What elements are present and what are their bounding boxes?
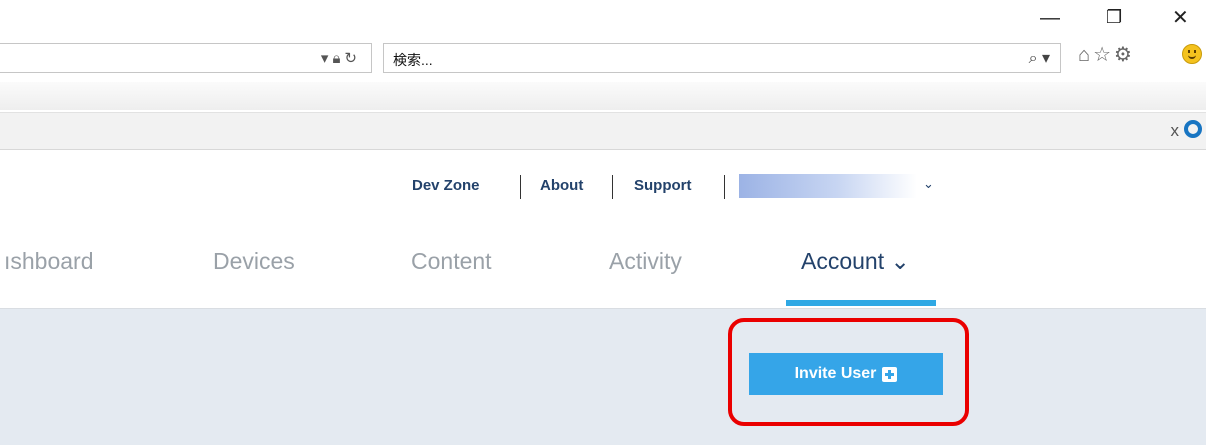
close-window-button[interactable]: ✕: [1172, 8, 1189, 28]
divider: [520, 175, 521, 199]
address-bar[interactable]: ▾🔒︎↻: [0, 43, 372, 73]
content-area: [0, 309, 1206, 445]
browser-tab-strip: [0, 82, 1206, 110]
minimize-button[interactable]: —: [1040, 8, 1060, 28]
divider: [724, 175, 725, 199]
nav-activity[interactable]: Activity: [609, 248, 682, 275]
search-icon[interactable]: ⌕ ▾: [1029, 48, 1050, 68]
about-link[interactable]: About: [540, 177, 583, 194]
nav-content[interactable]: Content: [411, 248, 492, 275]
nav-account[interactable]: Account ⌄: [801, 248, 910, 275]
dev-zone-link[interactable]: Dev Zone: [412, 177, 480, 194]
active-tab-indicator: [786, 300, 936, 306]
close-bar-icon[interactable]: x: [1171, 121, 1180, 141]
highlight-annotation: [728, 318, 969, 426]
browser-info-bar: x: [0, 112, 1206, 150]
nav-devices[interactable]: Devices: [213, 248, 295, 275]
restore-button[interactable]: ❐: [1106, 8, 1122, 26]
settings-gear-icon[interactable]: ⚙: [1114, 44, 1135, 66]
search-input[interactable]: 検索... ⌕ ▾: [383, 43, 1061, 73]
nav-dashboard[interactable]: ıshboard: [4, 248, 94, 275]
favorites-star-icon[interactable]: ☆: [1093, 44, 1114, 66]
feedback-smiley-icon[interactable]: [1182, 44, 1202, 64]
chevron-down-icon[interactable]: ▾: [321, 50, 333, 67]
support-link[interactable]: Support: [634, 177, 692, 194]
browser-toolbar: ⌂☆⚙: [1078, 42, 1135, 67]
chevron-down-icon[interactable]: ⌄: [923, 176, 934, 192]
user-account-menu[interactable]: [739, 174, 917, 198]
main-nav: ıshboard Devices Content Activity Accoun…: [0, 232, 1206, 309]
app-o-icon[interactable]: [1184, 120, 1202, 138]
search-placeholder: 検索...: [393, 52, 433, 68]
divider: [612, 175, 613, 199]
lock-icon: 🔒︎: [332, 50, 345, 67]
home-icon[interactable]: ⌂: [1078, 44, 1093, 66]
utility-nav: Dev Zone About Support ⌄: [0, 174, 1206, 199]
refresh-icon[interactable]: ↻: [344, 50, 361, 67]
